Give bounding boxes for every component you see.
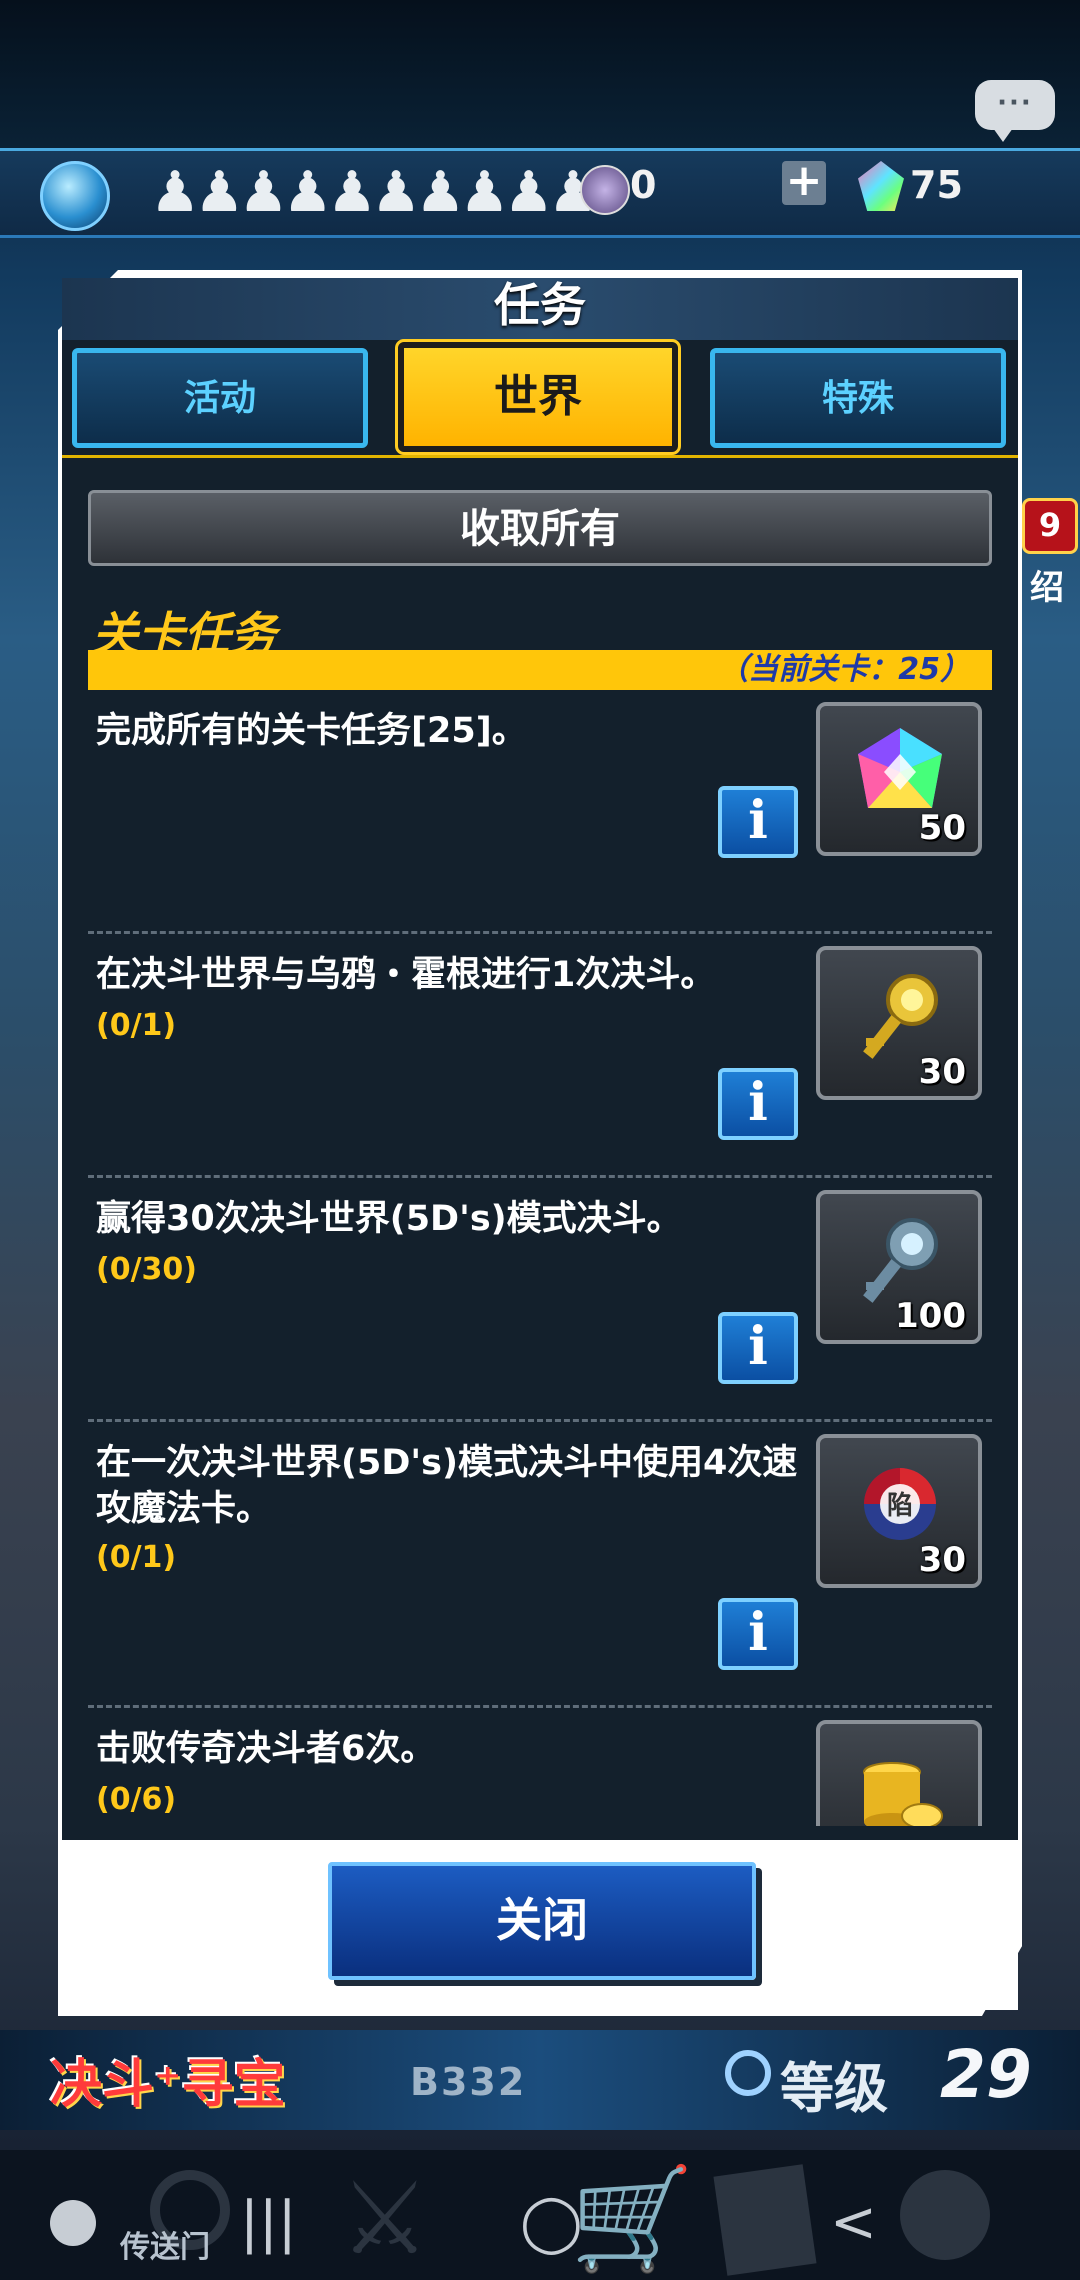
tab-special[interactable]: 特殊 — [710, 348, 1006, 448]
reward-slot[interactable]: 30 — [816, 946, 982, 1100]
reward-count: 100 — [895, 1296, 966, 1336]
recents-icon[interactable]: ||| — [240, 2190, 297, 2255]
mission-description: 完成所有的关卡任务[25]。 — [96, 711, 527, 751]
add-currency-button[interactable]: + — [782, 159, 826, 205]
section-bar: （当前关卡：25） — [88, 650, 992, 690]
tab-divider — [62, 455, 1018, 458]
mission-item: 在决斗世界与乌鸦・霍根进行1次决斗。 (0/1) i 30 — [88, 934, 992, 1178]
gold-key-icon — [863, 974, 938, 1059]
reward-slot[interactable]: 陷 30 — [816, 1434, 982, 1588]
mission-item: 赢得30次决斗世界(5D's)模式决斗。 (0/30) i 100 — [88, 1178, 992, 1422]
gamepad-icon[interactable] — [50, 2200, 96, 2246]
character-icon[interactable] — [900, 2170, 990, 2260]
world-banner: 决斗⁺寻宝 B332 等级 29 — [0, 2030, 1080, 2130]
dark-orb-count: 0 — [630, 163, 657, 207]
level-value: 29 — [940, 2036, 1032, 2113]
player-status-bar: ♟♟♟♟♟♟♟♟♟♟ 0 + 75 — [0, 148, 1080, 238]
mission-item: 在一次决斗世界(5D's)模式决斗中使用4次速攻魔法卡。 (0/1) i 陷 3… — [88, 1422, 992, 1708]
reward-slot[interactable]: 100 — [816, 1190, 982, 1344]
swords-icon[interactable]: ⚔ — [340, 2160, 430, 2277]
gold-coins-icon — [863, 1762, 943, 1826]
notification-badge: 9 — [1022, 498, 1078, 554]
mission-item: 击败传奇决斗者6次。 (0/6) i — [88, 1708, 992, 1826]
reward-count: 30 — [918, 1540, 966, 1580]
stamina-pawns-icon: ♟♟♟♟♟♟♟♟♟♟ — [150, 160, 598, 225]
top-backdrop — [0, 0, 1080, 150]
reward-slot[interactable] — [816, 1720, 982, 1826]
cards-icon[interactable] — [713, 2164, 817, 2276]
tab-world[interactable]: 世界 — [395, 339, 681, 455]
home-icon[interactable]: ◯ — [520, 2190, 583, 2255]
mission-description: 在决斗世界与乌鸦・霍根进行1次决斗。 — [96, 955, 716, 995]
mission-progress: (0/1) — [96, 1008, 177, 1043]
gem-icon — [858, 161, 904, 211]
mission-progress: (0/30) — [96, 1252, 198, 1287]
level-icon — [725, 2050, 771, 2096]
dialog-title: 任务 — [494, 278, 586, 332]
tab-event[interactable]: 活动 — [72, 348, 368, 448]
trap-orb-icon: 陷 — [864, 1468, 936, 1540]
mission-description: 在一次决斗世界(5D's)模式决斗中使用4次速攻魔法卡。 — [96, 1443, 798, 1529]
info-button[interactable]: i — [718, 1068, 798, 1140]
current-stage: （当前关卡：25） — [718, 652, 970, 687]
side-menu-label: 绍 — [1030, 568, 1064, 608]
mission-description: 赢得30次决斗世界(5D's)模式决斗。 — [96, 1199, 682, 1239]
rainbow-gem-icon — [858, 728, 942, 808]
reward-count: 30 — [918, 1052, 966, 1092]
info-button[interactable]: i — [718, 786, 798, 858]
mission-list[interactable]: 完成所有的关卡任务[25]。 i 50 在决斗世界与乌鸦・霍根进行1次决斗。 (… — [88, 690, 992, 1826]
portal-label: 传送门 — [120, 2230, 210, 2265]
chat-icon[interactable]: ··· — [975, 80, 1055, 142]
mission-progress: (0/1) — [96, 1540, 177, 1575]
svg-text:陷: 陷 — [887, 1491, 913, 1521]
reward-count: 50 — [918, 808, 966, 848]
globe-icon[interactable] — [40, 161, 110, 231]
info-button[interactable]: i — [718, 1598, 798, 1670]
dark-orb-icon — [580, 165, 630, 215]
level-label: 等级 — [780, 2057, 888, 2120]
shop-cart-icon[interactable]: 🛒 — [570, 2160, 695, 2278]
mission-progress: (0/6) — [96, 1782, 177, 1817]
silver-key-icon — [863, 1218, 938, 1303]
mission-item: 完成所有的关卡任务[25]。 i 50 — [88, 690, 992, 934]
collect-all-button[interactable]: 收取所有 — [88, 490, 992, 566]
duel-treasure-logo[interactable]: 决斗⁺寻宝 — [50, 2042, 285, 2117]
floor-code: B332 — [410, 2060, 527, 2104]
close-button[interactable]: 关闭 — [328, 1862, 756, 1980]
mission-tabs: 活动 世界 特殊 — [68, 339, 1010, 455]
info-button[interactable]: i — [718, 1312, 798, 1384]
reward-slot[interactable]: 50 — [816, 702, 982, 856]
back-icon[interactable]: < — [830, 2190, 877, 2255]
gem-count: 75 — [910, 163, 963, 207]
mission-description: 击败传奇决斗者6次。 — [96, 1729, 436, 1769]
